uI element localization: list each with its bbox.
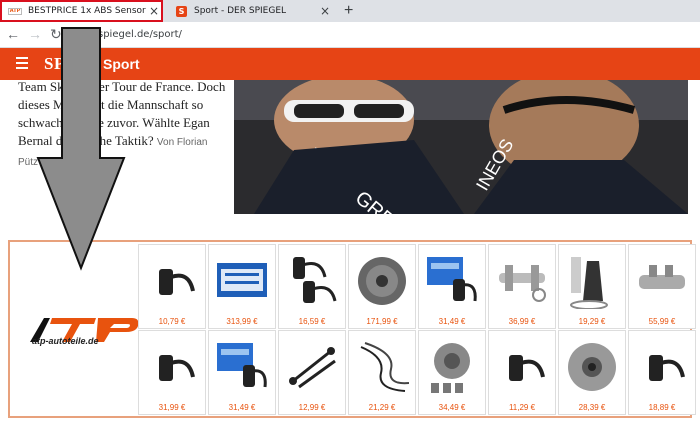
article-teaser[interactable]: Team Sky bei der Tour de France. Doch di… <box>18 78 228 172</box>
abs-sensor-image <box>159 355 195 381</box>
article-photo[interactable]: GRENADIER INEOS <box>234 80 688 214</box>
product-card[interactable]: 16,59 € <box>278 244 346 329</box>
product-card[interactable]: 171,99 € <box>348 244 416 329</box>
product-price: 21,29 € <box>368 403 396 412</box>
tab-title: BESTPRICE 1x ABS Sensor Vorder <box>28 6 147 16</box>
product-price: 16,59 € <box>298 317 326 326</box>
abs-sensor-boxed-image <box>427 257 477 302</box>
wheel-hub-image <box>431 343 470 393</box>
abs-sensor-boxed-image <box>217 343 267 388</box>
master-cylinder-image <box>639 265 685 289</box>
product-card[interactable]: 21,29 € <box>348 330 416 415</box>
tab-title: Sport - DER SPIEGEL <box>194 6 287 16</box>
product-card[interactable]: 19,29 € <box>558 244 626 329</box>
spiegel-favicon-icon: S <box>176 5 187 17</box>
product-price: 31,49 € <box>228 403 256 412</box>
product-price: 12,99 € <box>298 403 326 412</box>
browser-toolbar: ← → ↻ spiegel.de/sport/ <box>0 22 700 48</box>
product-price: 11,29 € <box>508 403 536 412</box>
atp-favicon-icon: ATP <box>8 7 22 15</box>
forward-arrow-icon[interactable]: → <box>28 26 42 42</box>
teaser-line: Team Sky bei der Tour de France. Doch <box>18 79 226 94</box>
abs-sensor-image <box>509 355 545 381</box>
product-card[interactable]: 11,29 € <box>488 330 556 415</box>
atp-logo[interactable] <box>22 312 142 352</box>
flywheel-image <box>358 257 406 305</box>
product-card[interactable]: 55,99 € <box>628 244 696 329</box>
atp-url-label[interactable]: atp-autoteile.de <box>32 336 99 346</box>
product-price: 18,89 € <box>648 403 676 412</box>
product-card[interactable]: 18,89 € <box>628 330 696 415</box>
product-price: 28,39 € <box>578 403 606 412</box>
product-card[interactable]: 31,49 € <box>418 244 486 329</box>
cyclists-photo-image: GRENADIER INEOS <box>234 80 688 214</box>
site-logo[interactable]: SP <box>44 54 65 74</box>
section-title[interactable]: Sport <box>103 56 140 72</box>
caliper-bracket-image <box>499 265 546 302</box>
product-card[interactable]: 34,49 € <box>418 330 486 415</box>
abs-sensor-image <box>159 269 195 295</box>
product-price: 313,99 € <box>226 317 258 326</box>
brake-cable-image <box>360 342 409 392</box>
product-card[interactable]: 313,99 € <box>208 244 276 329</box>
product-card[interactable]: 10,79 € <box>138 244 206 329</box>
abs-sensor-image <box>649 355 685 381</box>
teaser-line: schwach wie nie zuvor. Wählte Egan <box>18 115 210 130</box>
stabilizer-links-image <box>289 347 336 389</box>
product-price: 171,99 € <box>366 317 398 326</box>
address-bar[interactable]: spiegel.de/sport/ <box>98 29 182 40</box>
product-card[interactable]: 31,49 € <box>208 330 276 415</box>
brake-disc-image <box>568 343 616 391</box>
product-price: 10,79 € <box>158 317 186 326</box>
product-price: 31,99 € <box>158 403 186 412</box>
close-icon[interactable]: × <box>318 4 332 18</box>
tab-strip: ATP BESTPRICE 1x ABS Sensor Vorder × S S… <box>0 0 700 22</box>
teaser-line: dieses Mal wirkt die Mannschaft so <box>18 97 204 112</box>
back-arrow-icon[interactable]: ← <box>6 26 20 42</box>
tab-bestprice[interactable]: ATP BESTPRICE 1x ABS Sensor Vorder × <box>0 0 163 22</box>
cv-boot-kit-image <box>570 257 608 309</box>
product-price: 55,99 € <box>648 317 676 326</box>
menu-icon[interactable] <box>16 57 28 72</box>
product-card[interactable]: 31,99 € <box>138 330 206 415</box>
product-card[interactable]: 36,99 € <box>488 244 556 329</box>
product-price: 36,99 € <box>508 317 536 326</box>
product-card[interactable]: 12,99 € <box>278 330 346 415</box>
new-tab-plus-icon[interactable]: + <box>344 2 353 20</box>
tab-spiegel-sport[interactable]: S Sport - DER SPIEGEL × <box>166 0 332 22</box>
product-card[interactable]: 28,39 € <box>558 330 626 415</box>
abs-sensor-pair-image <box>293 257 337 303</box>
product-price: 19,29 € <box>578 317 606 326</box>
site-header: SP Sport <box>0 48 700 80</box>
product-price: 31,49 € <box>438 317 466 326</box>
atp-advertisement[interactable]: ▷✕ 10,79 €313,99 €16,59 €171,99 €31,49 €… <box>8 240 696 418</box>
close-icon[interactable]: × <box>147 4 161 18</box>
product-price: 34,49 € <box>438 403 466 412</box>
teaser-line: Bernal die falsche Taktik? <box>18 133 154 148</box>
product-grid: 10,79 € 313,99 € 16,59 € 171,99 € 31,49 € 36,… <box>138 244 696 415</box>
reload-icon[interactable]: ↻ <box>50 26 62 43</box>
brake-pads-box-image <box>217 263 267 297</box>
